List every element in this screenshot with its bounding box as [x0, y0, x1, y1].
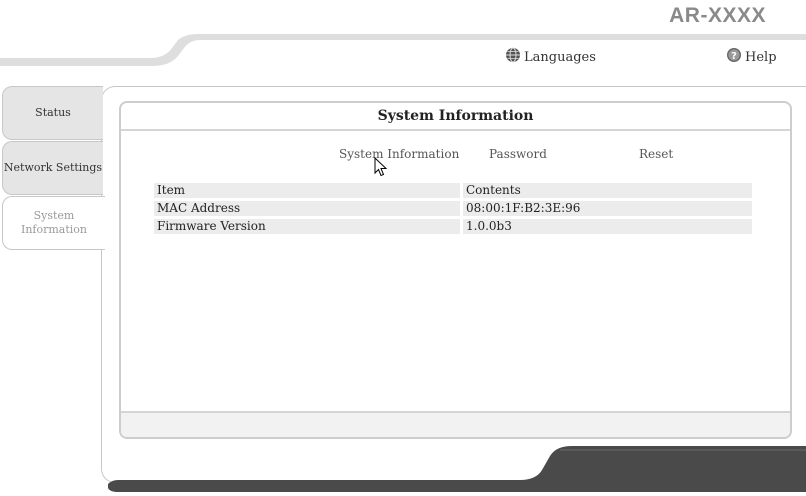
- globe-icon: [505, 47, 521, 63]
- footer-band: [108, 446, 806, 492]
- page-title: System Information: [121, 103, 790, 131]
- help-label: Help: [745, 50, 777, 65]
- svg-text:?: ?: [731, 51, 737, 62]
- row-value: 1.0.0b3: [463, 219, 752, 234]
- languages-link[interactable]: Languages: [505, 44, 596, 65]
- column-header-item: Item: [154, 183, 460, 198]
- languages-label: Languages: [524, 50, 596, 65]
- content-panel-footer: [121, 411, 790, 437]
- question-circle-icon: ?: [726, 47, 742, 63]
- subnav-system-information[interactable]: System Information: [339, 147, 459, 161]
- mouse-pointer-icon: [374, 157, 388, 177]
- tab-status[interactable]: Status: [2, 86, 103, 140]
- tab-network-settings-label: Network Settings: [3, 161, 103, 174]
- info-table: Item Contents MAC Address 08:00:1F:B2:3E…: [154, 180, 752, 237]
- table-row: Firmware Version 1.0.0b3: [154, 219, 752, 234]
- tab-system-information-label: System Information: [20, 209, 88, 236]
- table-row: MAC Address 08:00:1F:B2:3E:96: [154, 201, 752, 216]
- content-panel: System Information System Information Pa…: [119, 101, 792, 439]
- model-name: AR-XXXX: [669, 4, 766, 27]
- subnav-password[interactable]: Password: [489, 147, 547, 161]
- subnav-reset[interactable]: Reset: [639, 147, 673, 161]
- row-item: MAC Address: [154, 201, 460, 216]
- help-link[interactable]: ? Help: [726, 44, 777, 65]
- row-item: Firmware Version: [154, 219, 460, 234]
- tab-system-information[interactable]: System Information: [2, 196, 105, 250]
- row-value: 08:00:1F:B2:3E:96: [463, 201, 752, 216]
- tab-status-label: Status: [35, 106, 71, 119]
- column-header-contents: Contents: [463, 183, 752, 198]
- tab-network-settings[interactable]: Network Settings: [2, 141, 103, 195]
- table-header-row: Item Contents: [154, 183, 752, 198]
